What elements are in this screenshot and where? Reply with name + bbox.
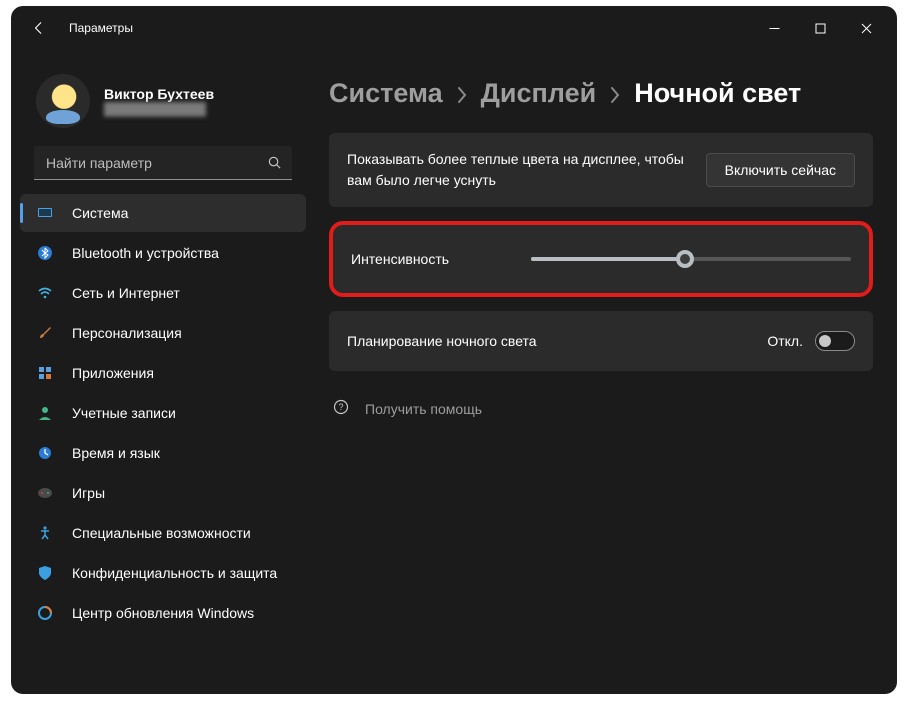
intensity-label: Интенсивность xyxy=(351,251,511,267)
schedule-label: Планирование ночного света xyxy=(347,333,767,349)
nav-label: Система xyxy=(72,205,128,221)
wifi-icon xyxy=(36,284,54,302)
nav-label: Bluetooth и устройства xyxy=(72,245,219,261)
chevron-right-icon xyxy=(608,78,622,109)
nav-list: Система Bluetooth и устройства Сеть и Ин… xyxy=(20,194,306,632)
turn-on-now-button[interactable]: Включить сейчас xyxy=(706,153,855,187)
nav-label: Центр обновления Windows xyxy=(72,605,254,621)
gaming-icon xyxy=(36,484,54,502)
nav-personalization[interactable]: Персонализация xyxy=(20,314,306,352)
search-icon xyxy=(267,155,282,170)
system-icon xyxy=(36,204,54,222)
nav-gaming[interactable]: Игры xyxy=(20,474,306,512)
nav-label: Игры xyxy=(72,485,105,501)
nav-network[interactable]: Сеть и Интернет xyxy=(20,274,306,312)
close-icon xyxy=(861,23,872,34)
shield-icon xyxy=(36,564,54,582)
nav-label: Время и язык xyxy=(72,445,160,461)
nav-label: Конфиденциальность и защита xyxy=(72,565,277,581)
bluetooth-icon xyxy=(36,244,54,262)
apps-icon xyxy=(36,364,54,382)
minimize-button[interactable] xyxy=(751,12,797,44)
nav-label: Сеть и Интернет xyxy=(72,285,180,301)
clock-icon xyxy=(36,444,54,462)
schedule-card[interactable]: Планирование ночного света Откл. xyxy=(329,311,873,371)
profile-block[interactable]: Виктор Бухтеев ████████████ xyxy=(20,66,306,146)
arrow-left-icon xyxy=(32,21,46,35)
nav-windows-update[interactable]: Центр обновления Windows xyxy=(20,594,306,632)
nav-label: Учетные записи xyxy=(72,405,176,421)
nav-bluetooth[interactable]: Bluetooth и устройства xyxy=(20,234,306,272)
window-controls xyxy=(751,12,889,44)
info-text: Показывать более теплые цвета на дисплее… xyxy=(347,149,688,191)
settings-window: Параметры Виктор Бухтеев ████████████ xyxy=(11,6,897,694)
maximize-icon xyxy=(815,23,826,34)
nav-accounts[interactable]: Учетные записи xyxy=(20,394,306,432)
profile-email: ████████████ xyxy=(104,102,214,116)
update-icon xyxy=(36,604,54,622)
titlebar: Параметры xyxy=(11,6,897,50)
crumb-display[interactable]: Дисплей xyxy=(481,78,597,109)
crumb-nightlight: Ночной свет xyxy=(634,78,801,109)
accessibility-icon xyxy=(36,524,54,542)
content-area: Система Дисплей Ночной свет Показывать б… xyxy=(315,50,897,694)
svg-text:?: ? xyxy=(338,402,343,412)
brush-icon xyxy=(36,324,54,342)
profile-name: Виктор Бухтеев xyxy=(104,86,214,102)
minimize-icon xyxy=(769,23,780,34)
schedule-state: Откл. xyxy=(767,333,803,349)
window-title: Параметры xyxy=(69,21,133,35)
person-icon xyxy=(36,404,54,422)
maximize-button[interactable] xyxy=(797,12,843,44)
help-link[interactable]: Получить помощь xyxy=(365,401,482,417)
crumb-system[interactable]: Система xyxy=(329,78,443,109)
search-box[interactable] xyxy=(34,146,292,180)
close-button[interactable] xyxy=(843,12,889,44)
intensity-slider[interactable] xyxy=(531,249,851,269)
nav-label: Персонализация xyxy=(72,325,182,341)
sidebar: Виктор Бухтеев ████████████ Система Blue… xyxy=(11,50,315,694)
help-icon: ? xyxy=(333,399,349,418)
help-row: ? Получить помощь xyxy=(329,399,873,418)
nav-label: Специальные возможности xyxy=(72,525,251,541)
slider-fill xyxy=(531,257,685,261)
info-card: Показывать более теплые цвета на дисплее… xyxy=(329,133,873,207)
nav-apps[interactable]: Приложения xyxy=(20,354,306,392)
schedule-toggle[interactable] xyxy=(815,331,855,351)
nav-label: Приложения xyxy=(72,365,154,381)
nav-system[interactable]: Система xyxy=(20,194,306,232)
slider-thumb[interactable] xyxy=(676,250,694,268)
back-button[interactable] xyxy=(25,14,53,42)
search-input[interactable] xyxy=(46,155,267,171)
nav-accessibility[interactable]: Специальные возможности xyxy=(20,514,306,552)
nav-time-language[interactable]: Время и язык xyxy=(20,434,306,472)
breadcrumb: Система Дисплей Ночной свет xyxy=(329,78,873,109)
intensity-card: Интенсивность xyxy=(329,221,873,297)
chevron-right-icon xyxy=(455,78,469,109)
avatar xyxy=(36,74,90,128)
nav-privacy[interactable]: Конфиденциальность и защита xyxy=(20,554,306,592)
